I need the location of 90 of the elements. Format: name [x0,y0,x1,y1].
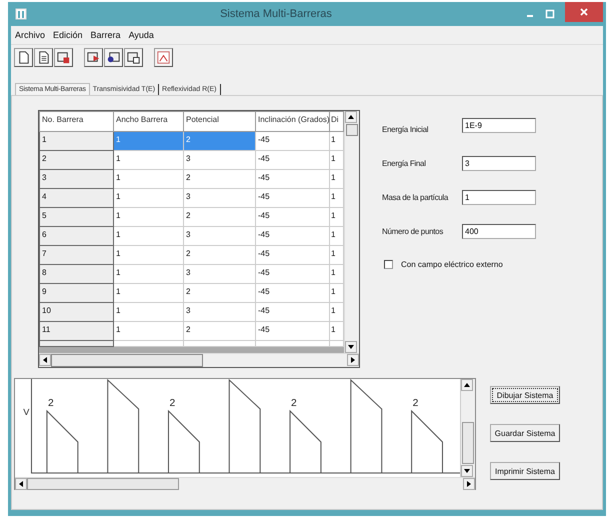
table-cell: -45 [256,150,330,170]
window-icon[interactable] [104,48,123,66]
table-cell: 1 [114,226,184,246]
menu-item[interactable]: Archivo [15,30,46,40]
table-cell: 3 [184,226,256,246]
row-header[interactable]: 2 [40,150,114,170]
barrier-label: 2 [48,398,54,409]
row-header[interactable]: 8 [40,264,114,284]
table-cell: 3 [184,150,256,170]
table-cell: -45 [256,322,330,340]
row-header[interactable]: 11 [40,322,114,340]
table-cell: -45 [256,264,330,284]
row-header[interactable]: 7 [40,246,114,264]
table-cell: -45 [256,284,330,302]
field-label: Energía Inicial [382,124,428,134]
table-cell: 1 [114,208,184,226]
action-button[interactable]: Guardar Sistema [490,424,560,442]
document-icon[interactable] [34,48,53,66]
table-cell: -45 [256,208,330,226]
table-cell: 1 [114,322,184,340]
table-cell: -45 [256,226,330,246]
scroll-thumb[interactable] [51,354,203,367]
column-header[interactable]: Potencial [184,112,256,132]
window-title: Sistema Multi-Barreras [219,8,333,20]
horizontal-scrollbar[interactable] [39,353,359,367]
barrier-label: 2 [291,398,297,409]
row-header[interactable]: 5 [40,208,114,226]
menu-item[interactable]: Barrera [90,30,121,40]
menu-item[interactable]: Edición [53,30,83,40]
row-header[interactable]: 4 [40,188,114,208]
table-cell: -45 [256,302,330,322]
table-cell: -45 [256,188,330,208]
window-icon[interactable] [54,48,73,66]
table-cell: 1 [114,188,184,208]
checkbox[interactable] [384,260,393,269]
table-cell: 3 [184,264,256,284]
table-cell: -45 [256,246,330,264]
row-header[interactable]: 10 [40,302,114,322]
window-icon[interactable] [124,48,143,66]
table-cell: 3 [184,188,256,208]
row-header[interactable]: 9 [40,284,114,302]
horizontal-scrollbar[interactable] [15,477,475,490]
scroll-thumb[interactable] [346,124,358,136]
vertical-scrollbar[interactable] [344,111,359,353]
table-cell: 1 [114,246,184,264]
action-button[interactable]: Dibujar Sistema [490,386,560,404]
barrier-label: 2 [412,398,418,409]
table-cell: 1 [114,150,184,170]
axis-label: V [23,407,30,417]
input-field[interactable]: 1 [462,190,536,204]
barrier-label: 2 [170,398,176,409]
row-header[interactable]: 3 [40,170,114,188]
table-cell: 1 [114,264,184,284]
row-header[interactable]: 6 [40,226,114,246]
column-header[interactable]: No. Barrera [40,112,114,132]
scroll-thumb[interactable] [27,478,179,490]
table-cell: 2 [184,284,256,302]
close-icon[interactable] [579,7,589,17]
table-cell: -45 [256,170,330,188]
table-cell: -45 [256,132,330,150]
field-label: Masa de la partícula [382,192,448,202]
menu-item[interactable]: Ayuda [128,30,154,40]
table-cell: 2 [184,170,256,188]
table-cell: 1 [114,284,184,302]
input-field[interactable]: 1E-9 [462,118,536,132]
close-button[interactable] [565,2,603,22]
window-icon[interactable] [84,48,103,66]
input-field[interactable]: 400 [462,224,536,238]
table-cell: 1 [114,132,184,150]
field-label: Número de puntos [382,226,444,236]
vertical-scrollbar[interactable] [460,379,475,477]
table-cell: 1 [114,302,184,322]
table-cell: 2 [184,208,256,226]
document-icon[interactable] [14,48,33,66]
column-header[interactable]: Di [330,112,344,132]
input-field[interactable]: 3 [462,156,536,170]
checkbox-label: Con campo eléctrico externo [401,260,503,269]
scroll-thumb[interactable] [462,422,474,464]
maximize-icon[interactable] [545,9,555,19]
row-header[interactable]: 1 [40,132,114,150]
table-cell: 2 [184,322,256,340]
table-cell: 3 [184,302,256,322]
app-icon [15,8,27,20]
column-header[interactable]: Ancho Barrera [114,112,184,132]
field-label: Energía Final [382,158,426,168]
chart-icon[interactable] [154,48,173,66]
table-cell: 2 [184,246,256,264]
action-button[interactable]: Imprimir Sistema [490,462,560,480]
table-cell: 2 [184,132,256,150]
table-cell: 1 [114,170,184,188]
